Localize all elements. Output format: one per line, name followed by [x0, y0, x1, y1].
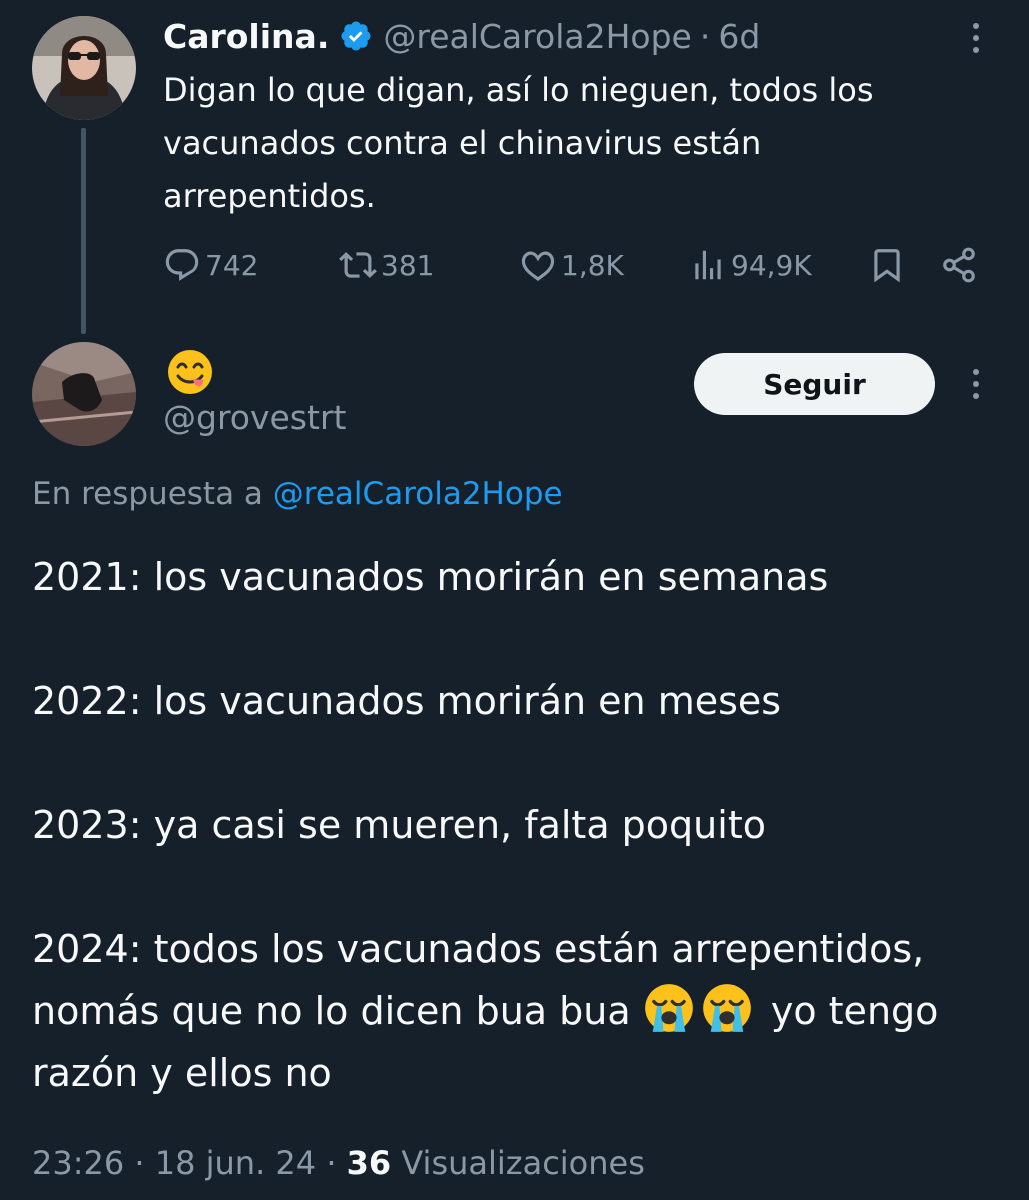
dot-separator: · — [699, 16, 711, 56]
tweet-age[interactable]: 6d — [718, 17, 760, 56]
like-count: 1,8K — [561, 248, 624, 282]
author-handle[interactable]: @realCarola2Hope — [383, 17, 691, 56]
bookmark-button[interactable] — [868, 240, 910, 290]
views-chart-icon — [695, 250, 721, 280]
line-2023: 2023: ya casi se mueren, falta poquito — [32, 803, 766, 847]
reply-button[interactable]: 742 — [163, 240, 258, 290]
retweet-button[interactable]: 381 — [339, 240, 434, 290]
retweet-count: 381 — [381, 248, 435, 282]
thread-connector-line — [81, 128, 86, 334]
line-2022: 2022: los vacunados morirán en meses — [32, 679, 782, 723]
tweet-time[interactable]: 23:26 — [32, 1144, 124, 1182]
views-count: 94,9K — [731, 248, 812, 282]
bookmark-icon — [874, 249, 900, 283]
dot-separator: · — [326, 1144, 337, 1182]
loudly-crying-face-icon — [702, 984, 751, 1032]
verified-badge-icon — [341, 21, 371, 51]
reply-icon — [165, 249, 199, 281]
parent-tweet-header: Carolina. @realCarola2Hope · 6d — [163, 14, 760, 58]
loudly-crying-face-icon — [644, 984, 693, 1032]
views-label: Visualizaciones — [401, 1144, 645, 1182]
avatar[interactable] — [32, 16, 136, 120]
views-button[interactable]: 94,9K — [689, 240, 812, 290]
share-icon — [943, 247, 975, 283]
follow-button[interactable]: Seguir — [694, 353, 935, 415]
heart-icon — [521, 251, 555, 281]
dot-separator: · — [134, 1144, 145, 1182]
reply-count: 742 — [205, 248, 259, 282]
reply-prefix: En respuesta a — [32, 476, 263, 512]
like-button[interactable]: 1,8K — [519, 240, 624, 290]
line-2024: 2024: todos los vacunados están arrepent… — [32, 918, 992, 1104]
reply-mention-link[interactable]: @realCarola2Hope — [273, 476, 563, 512]
retweet-icon — [339, 252, 377, 278]
tweet-actions-bar: 742 381 1,8K 94,9K — [163, 240, 993, 290]
replying-to-line: En respuesta a @realCarola2Hope — [32, 476, 563, 512]
tweet-thread: Carolina. @realCarola2Hope · 6d Digan lo… — [0, 0, 1029, 1200]
parent-tweet-text: Digan lo que digan, así lo nieguen, todo… — [163, 71, 874, 215]
author-name[interactable]: Carolina. — [163, 17, 329, 56]
yum-face-emoji-icon — [168, 350, 212, 394]
avatar[interactable] — [32, 342, 136, 446]
line-2021: 2021: los vacunados morirán en semanas — [32, 555, 829, 599]
tweet-meta: 23:26 · 18 jun. 24 · 36 Visualizaciones — [32, 1144, 645, 1182]
more-options-icon[interactable] — [964, 362, 988, 406]
reply-tweet-text: 2021: los vacunados morirán en semanas 2… — [32, 546, 992, 1104]
views-number: 36 — [346, 1144, 392, 1182]
more-options-icon[interactable] — [964, 16, 988, 60]
tweet-date[interactable]: 18 jun. 24 — [155, 1144, 316, 1182]
share-button[interactable] — [940, 240, 982, 290]
reply-author-handle[interactable]: @grovestrt — [163, 398, 346, 437]
